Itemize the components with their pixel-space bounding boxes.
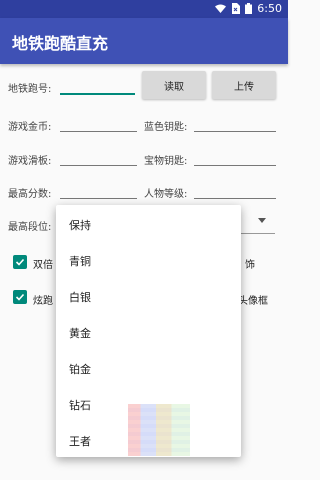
battery-icon — [245, 3, 253, 14]
blue-keys-input[interactable] — [194, 116, 276, 132]
no-sim-icon — [232, 3, 241, 14]
double-checkbox[interactable] — [13, 255, 27, 269]
run-checkbox[interactable] — [13, 290, 27, 304]
status-icons: 6:50 — [215, 2, 282, 15]
dropdown-item-bronze[interactable]: 青铜 — [56, 243, 241, 279]
dropdown-item-keep[interactable]: 保持 — [56, 207, 241, 243]
checkmark-icon — [15, 258, 25, 266]
high-score-input[interactable] — [60, 183, 137, 199]
double-checkbox-label: 双倍 — [33, 260, 53, 271]
treasure-keys-input[interactable] — [194, 150, 276, 166]
game-boards-label: 游戏滑板: — [8, 156, 52, 167]
game-coins-input[interactable] — [60, 116, 137, 132]
checkmark-icon — [15, 293, 25, 301]
page-title: 地铁跑酷直充 — [12, 34, 109, 53]
dropdown-arrow-icon[interactable] — [258, 218, 266, 223]
game-boards-input[interactable] — [60, 150, 137, 166]
upload-button[interactable]: 上传 — [212, 71, 276, 99]
character-level-input[interactable] — [194, 183, 276, 199]
status-time: 6:50 — [257, 2, 282, 15]
app-bar: 地铁跑酷直充 — [0, 18, 288, 64]
dropdown-item-silver[interactable]: 白银 — [56, 279, 241, 315]
subway-id-input[interactable] — [60, 79, 135, 95]
high-score-label: 最高分数: — [8, 189, 52, 200]
blue-keys-label: 蓝色钥匙: — [144, 122, 188, 133]
avatar-frame-label: 头像框 — [238, 296, 268, 307]
dropdown-item-gold[interactable]: 黄金 — [56, 315, 241, 351]
run-checkbox-label: 炫跑 — [33, 296, 53, 307]
character-level-label: 人物等级: — [144, 189, 188, 200]
thumbnail-image — [128, 404, 190, 456]
accessory-label: 饰 — [245, 260, 255, 271]
subway-id-label: 地铁跑号: — [8, 84, 52, 95]
highest-rank-label: 最高段位: — [8, 222, 52, 233]
status-bar: 6:50 — [0, 0, 288, 18]
game-coins-label: 游戏金币: — [8, 122, 52, 133]
dropdown-item-platinum[interactable]: 铂金 — [56, 351, 241, 387]
read-button[interactable]: 读取 — [142, 71, 206, 99]
wifi-icon — [215, 4, 227, 13]
treasure-keys-label: 宝物钥匙: — [144, 156, 188, 167]
